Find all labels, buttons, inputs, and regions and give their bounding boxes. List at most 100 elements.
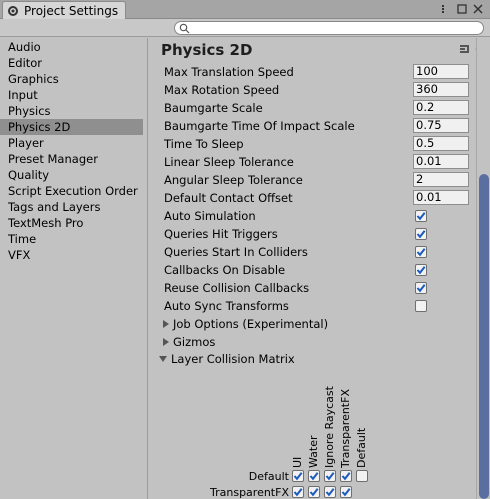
sidebar-item-script-execution-order[interactable]: Script Execution Order xyxy=(0,183,147,199)
field-label: Max Rotation Speed xyxy=(164,83,280,97)
sidebar-item-editor[interactable]: Editor xyxy=(0,55,147,71)
project-settings-tab[interactable]: Project Settings xyxy=(2,1,126,19)
matrix-checkbox[interactable] xyxy=(340,486,352,498)
matrix-checkbox[interactable] xyxy=(308,470,320,482)
toggle-row: Auto Sync Transforms xyxy=(164,297,474,315)
matrix-checkbox[interactable] xyxy=(340,470,352,482)
field-row: Time To Sleep 0.5 xyxy=(164,135,474,153)
baumgarte-scale-field[interactable]: 0.2 xyxy=(413,100,469,115)
matrix-checkbox[interactable] xyxy=(356,470,368,482)
max-translation-speed-field[interactable]: 100 xyxy=(413,64,469,79)
matrix-row-label: Default xyxy=(248,470,289,483)
sidebar-item-time[interactable]: Time xyxy=(0,231,147,247)
matrix-checkbox[interactable] xyxy=(324,470,336,482)
check-icon xyxy=(416,230,426,239)
search-icon xyxy=(179,23,190,37)
field-label: Default Contact Offset xyxy=(164,191,293,205)
title-bar: Project Settings xyxy=(0,0,490,19)
sidebar-item-physics[interactable]: Physics xyxy=(0,103,147,119)
queries-start-in-colliders-checkbox[interactable] xyxy=(415,246,427,258)
toggle-label: Queries Hit Triggers xyxy=(164,227,278,241)
check-icon xyxy=(293,472,303,481)
settings-panel: Physics 2D Max Translation Speed 100 Max… xyxy=(149,38,488,499)
check-icon xyxy=(416,212,426,221)
toggle-label: Queries Start In Colliders xyxy=(164,245,308,259)
preset-icon[interactable] xyxy=(459,43,471,58)
sidebar-item-textmesh-pro[interactable]: TextMesh Pro xyxy=(0,215,147,231)
time-to-sleep-field[interactable]: 0.5 xyxy=(413,136,469,151)
angular-sleep-tolerance-field[interactable]: 2 xyxy=(413,172,469,187)
vertical-scrollbar[interactable] xyxy=(476,38,490,499)
default-contact-offset-field[interactable]: 0.01 xyxy=(413,190,469,205)
check-icon xyxy=(416,284,426,293)
auto-simulation-checkbox[interactable] xyxy=(415,210,427,222)
field-row: Baumgarte Scale 0.2 xyxy=(164,99,474,117)
check-icon xyxy=(293,488,303,497)
sidebar-item-audio[interactable]: Audio xyxy=(0,39,147,55)
sidebar-item-quality[interactable]: Quality xyxy=(0,167,147,183)
check-icon xyxy=(416,266,426,275)
check-icon xyxy=(341,488,351,497)
matrix-row-label: TransparentFX xyxy=(210,486,289,499)
field-label: Linear Sleep Tolerance xyxy=(164,155,294,169)
queries-hit-triggers-checkbox[interactable] xyxy=(415,228,427,240)
sidebar-item-physics-2d[interactable]: Physics 2D xyxy=(0,119,143,135)
gizmos-foldout[interactable]: Gizmos xyxy=(163,335,215,349)
field-row: Angular Sleep Tolerance 2 xyxy=(164,171,474,189)
search-input[interactable] xyxy=(174,21,484,35)
foldout-label: Gizmos xyxy=(173,335,216,349)
chevron-right-icon xyxy=(163,338,169,346)
close-icon[interactable] xyxy=(472,3,484,15)
field-row: Linear Sleep Tolerance 0.01 xyxy=(164,153,474,171)
check-icon xyxy=(309,488,319,497)
sidebar-item-vfx[interactable]: VFX xyxy=(0,247,147,263)
chevron-right-icon xyxy=(163,320,169,328)
auto-sync-transforms-checkbox[interactable] xyxy=(415,300,427,312)
toggle-row: Auto Simulation xyxy=(164,207,474,225)
toggle-label: Auto Simulation xyxy=(164,209,256,223)
field-row: Max Translation Speed 100 xyxy=(164,63,474,81)
baumgarte-toi-scale-field[interactable]: 0.75 xyxy=(413,118,469,133)
toggle-label: Callbacks On Disable xyxy=(164,263,286,277)
callbacks-on-disable-checkbox[interactable] xyxy=(415,264,427,276)
field-label: Angular Sleep Tolerance xyxy=(164,173,303,187)
linear-sleep-tolerance-field[interactable]: 0.01 xyxy=(413,154,469,169)
toggle-row: Queries Start In Colliders xyxy=(164,243,474,261)
matrix-column-label: TransparentFX xyxy=(339,389,352,468)
foldout-label: Job Options (Experimental) xyxy=(173,317,329,331)
sidebar-item-preset-manager[interactable]: Preset Manager xyxy=(0,151,147,167)
matrix-column-label: Default xyxy=(355,427,368,468)
field-label: Time To Sleep xyxy=(164,137,244,151)
page-title: Physics 2D xyxy=(161,41,253,59)
field-label: Max Translation Speed xyxy=(164,65,294,79)
toggle-row: Callbacks On Disable xyxy=(164,261,474,279)
foldout-label: Layer Collision Matrix xyxy=(171,352,295,366)
toolbar xyxy=(0,19,490,37)
check-icon xyxy=(325,488,335,497)
matrix-checkbox[interactable] xyxy=(292,486,304,498)
sidebar: Audio Editor Graphics Input Physics Phys… xyxy=(0,38,148,499)
job-options-foldout[interactable]: Job Options (Experimental) xyxy=(163,317,328,331)
check-icon xyxy=(325,472,335,481)
matrix-column-label: Water xyxy=(307,435,320,468)
check-icon xyxy=(416,248,426,257)
sidebar-item-graphics[interactable]: Graphics xyxy=(0,71,147,87)
scrollbar-thumb[interactable] xyxy=(479,174,489,499)
toggle-row: Queries Hit Triggers xyxy=(164,225,474,243)
sidebar-item-player[interactable]: Player xyxy=(0,135,147,151)
matrix-checkbox[interactable] xyxy=(292,470,304,482)
matrix-checkbox[interactable] xyxy=(324,486,336,498)
maximize-icon[interactable] xyxy=(456,3,468,15)
gear-icon xyxy=(7,5,19,17)
max-rotation-speed-field[interactable]: 360 xyxy=(413,82,469,97)
toggle-label: Auto Sync Transforms xyxy=(164,299,289,313)
window-title: Project Settings xyxy=(24,3,119,18)
field-label: Baumgarte Time Of Impact Scale xyxy=(164,119,355,133)
menu-icon[interactable] xyxy=(440,3,452,15)
sidebar-item-input[interactable]: Input xyxy=(0,87,147,103)
layer-collision-matrix-foldout[interactable]: Layer Collision Matrix xyxy=(159,352,295,366)
matrix-checkbox[interactable] xyxy=(308,486,320,498)
reuse-collision-callbacks-checkbox[interactable] xyxy=(415,282,427,294)
chevron-down-icon xyxy=(159,356,167,362)
sidebar-item-tags-and-layers[interactable]: Tags and Layers xyxy=(0,199,147,215)
